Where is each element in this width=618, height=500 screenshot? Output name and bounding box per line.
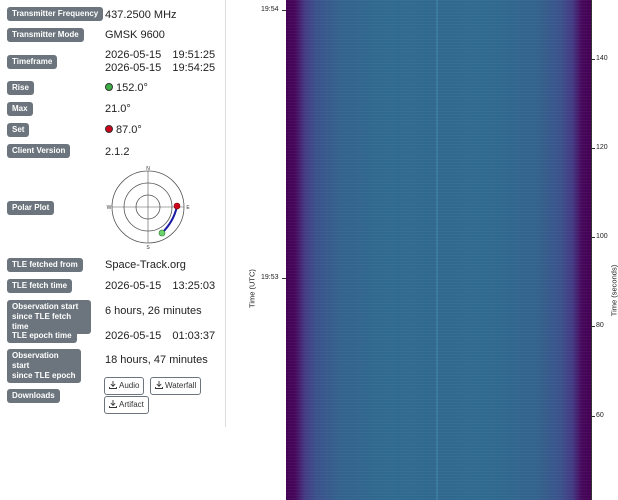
tle-fetch-time-label: TLE fetch time bbox=[7, 279, 73, 293]
client-version-value: 2.1.2 bbox=[105, 146, 130, 158]
polar-north-label: N bbox=[146, 166, 150, 172]
timeframe-end-time: 19:54:25 bbox=[172, 62, 216, 74]
download-waterfall-label: Waterfall bbox=[165, 381, 197, 390]
waterfall-signal-trace bbox=[436, 0, 438, 500]
transmitter-mode-value: GMSK 9600 bbox=[105, 29, 165, 41]
tle-epoch-time: 01:03:37 bbox=[172, 330, 216, 342]
polar-plot-label: Polar Plot bbox=[7, 201, 55, 215]
obs-since-epoch-value: 18 hours, 47 minutes bbox=[105, 354, 208, 366]
waterfall-right-tick-mark bbox=[591, 416, 595, 417]
tle-fetched-from-value: Space-Track.org bbox=[105, 259, 186, 271]
satellite-pass-track bbox=[161, 205, 178, 234]
polar-south-label: S bbox=[146, 245, 150, 251]
download-audio-label: Audio bbox=[119, 381, 140, 390]
transmitter-frequency-value: 437.2500 MHz bbox=[105, 9, 177, 21]
waterfall-left-axis-title: Time (UTC) bbox=[247, 269, 257, 308]
waterfall-left-tick: 19:53 bbox=[261, 274, 279, 281]
download-audio-button[interactable]: Audio bbox=[104, 377, 145, 395]
obs-since-epoch-label-line1: Observation start bbox=[12, 351, 59, 370]
obs-since-epoch-label-line2: since TLE epoch bbox=[12, 371, 76, 380]
transmitter-mode-label: Transmitter Mode bbox=[7, 28, 84, 42]
waterfall-right-tick-mark bbox=[591, 237, 595, 238]
waterfall-right-axis-title: Time (seconds) bbox=[609, 264, 618, 317]
waterfall-right-tick: 120 bbox=[596, 144, 608, 151]
tle-epoch-date: 2026-05-15 bbox=[105, 330, 162, 342]
download-icon bbox=[155, 381, 163, 389]
set-value: 87.0° bbox=[116, 124, 142, 136]
polar-plot: N E S W bbox=[107, 166, 191, 251]
download-icon bbox=[109, 400, 117, 408]
rise-value-row: 152.0° bbox=[105, 81, 148, 95]
waterfall-right-tick: 60 bbox=[596, 412, 604, 419]
timeframe-start-date: 2026-05-15 bbox=[105, 49, 162, 61]
set-value-row: 87.0° bbox=[105, 123, 142, 137]
tle-fetched-from-label: TLE fetched from bbox=[7, 258, 83, 272]
download-icon bbox=[109, 381, 117, 389]
tle-fetch-time: 13:25:03 bbox=[172, 280, 216, 292]
rise-value: 152.0° bbox=[116, 82, 148, 94]
waterfall-panel: Time (UTC) 19:54 19:53 140 120 100 80 60… bbox=[226, 0, 618, 500]
rise-point-icon bbox=[158, 229, 166, 237]
timeframe-start-time: 19:51:25 bbox=[172, 49, 216, 61]
download-artifact-button[interactable]: Artifact bbox=[104, 396, 149, 414]
obs-since-fetch-label-line1: Observation start bbox=[12, 302, 79, 311]
max-value: 21.0° bbox=[105, 103, 131, 115]
tle-epoch-time-label: TLE epoch time bbox=[7, 329, 77, 343]
rise-dot-icon bbox=[105, 83, 113, 91]
tle-epoch-time-value: 2026-05-15 01:03:37 bbox=[105, 329, 215, 343]
set-point-icon bbox=[173, 202, 181, 210]
waterfall-spectrogram bbox=[286, 0, 591, 500]
timeframe-end: 2026-05-15 19:54:25 bbox=[105, 61, 215, 75]
waterfall-left-tick: 19:54 bbox=[261, 6, 279, 13]
rise-label: Rise bbox=[7, 81, 34, 95]
download-waterfall-button[interactable]: Waterfall bbox=[150, 377, 202, 395]
observation-details-panel: Transmitter Frequency 437.2500 MHz Trans… bbox=[0, 0, 226, 500]
waterfall-texture bbox=[286, 0, 591, 500]
polar-west-label: W bbox=[107, 205, 112, 211]
waterfall-right-tick-mark bbox=[591, 59, 595, 60]
waterfall-right-tick-mark bbox=[591, 148, 595, 149]
timeframe-end-date: 2026-05-15 bbox=[105, 62, 162, 74]
client-version-label: Client Version bbox=[7, 144, 71, 158]
set-label: Set bbox=[7, 123, 30, 137]
download-artifact-label: Artifact bbox=[119, 400, 144, 409]
tle-fetch-date: 2026-05-15 bbox=[105, 280, 162, 292]
transmitter-frequency-label: Transmitter Frequency bbox=[7, 7, 104, 21]
timeframe-label: Timeframe bbox=[7, 55, 58, 69]
waterfall-right-tick: 80 bbox=[596, 322, 604, 329]
max-label: Max bbox=[7, 102, 33, 116]
set-dot-icon bbox=[105, 125, 113, 133]
waterfall-right-tick: 100 bbox=[596, 233, 608, 240]
obs-since-epoch-label: Observation start since TLE epoch bbox=[7, 349, 81, 383]
downloads-label: Downloads bbox=[7, 389, 60, 403]
polar-east-label: E bbox=[186, 205, 190, 211]
timeframe-start: 2026-05-15 19:51:25 bbox=[105, 48, 215, 62]
waterfall-right-axis-line bbox=[591, 0, 592, 500]
obs-since-fetch-value: 6 hours, 26 minutes bbox=[105, 305, 202, 317]
waterfall-right-tick: 140 bbox=[596, 55, 608, 62]
waterfall-right-tick-mark bbox=[591, 326, 595, 327]
tle-fetch-time-value: 2026-05-15 13:25:03 bbox=[105, 279, 215, 293]
